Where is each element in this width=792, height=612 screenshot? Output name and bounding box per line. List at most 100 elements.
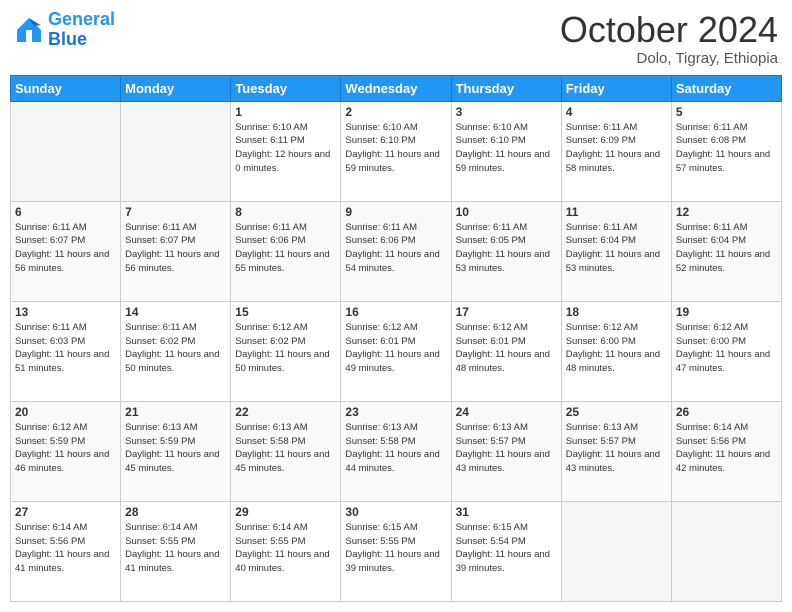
day-header-tuesday: Tuesday [231,75,341,101]
day-number: 9 [345,205,446,219]
month-title: October 2024 [560,10,778,50]
day-number: 31 [456,505,557,519]
day-header-monday: Monday [121,75,231,101]
day-number: 4 [566,105,667,119]
cell-info: Sunrise: 6:14 AMSunset: 5:55 PMDaylight:… [235,521,336,576]
day-number: 23 [345,405,446,419]
cell-info: Sunrise: 6:11 AMSunset: 6:06 PMDaylight:… [235,221,336,276]
cell-info: Sunrise: 6:11 AMSunset: 6:07 PMDaylight:… [15,221,116,276]
cell-info: Sunrise: 6:12 AMSunset: 6:01 PMDaylight:… [456,321,557,376]
day-number: 26 [676,405,777,419]
cell-info: Sunrise: 6:13 AMSunset: 5:57 PMDaylight:… [456,421,557,476]
calendar-cell: 22 Sunrise: 6:13 AMSunset: 5:58 PMDayligh… [231,401,341,501]
calendar-cell: 15Sunrise: 6:12 AMSunset: 6:02 PMDayligh… [231,301,341,401]
day-number: 27 [15,505,116,519]
cell-info: Sunrise: 6:11 AMSunset: 6:08 PMDaylight:… [676,121,777,176]
calendar-cell [121,101,231,201]
calendar-cell: 28 Sunrise: 6:14 AMSunset: 5:55 PMDayligh… [121,501,231,601]
calendar-cell: 30Sunrise: 6:15 AMSunset: 5:55 PMDayligh… [341,501,451,601]
calendar-cell: 13 Sunrise: 6:11 AMSunset: 6:03 PMDayligh… [11,301,121,401]
logo-text: General Blue [48,10,115,50]
day-header-thursday: Thursday [451,75,561,101]
location-subtitle: Dolo, Tigray, Ethiopia [560,50,778,67]
cell-info: Sunrise: 6:12 AMSunset: 6:00 PMDaylight:… [676,321,777,376]
day-number: 24 [456,405,557,419]
day-number: 5 [676,105,777,119]
day-number: 13 [15,305,116,319]
calendar-cell: 16Sunrise: 6:12 AMSunset: 6:01 PMDayligh… [341,301,451,401]
calendar-cell: 4Sunrise: 6:11 AMSunset: 6:09 PMDaylight… [561,101,671,201]
week-row-2: 6 Sunrise: 6:11 AMSunset: 6:07 PMDaylight… [11,201,782,301]
cell-info: Sunrise: 6:10 AMSunset: 6:10 PMDaylight:… [456,121,557,176]
calendar-cell: 10Sunrise: 6:11 AMSunset: 6:05 PMDayligh… [451,201,561,301]
calendar-cell: 21Sunrise: 6:13 AMSunset: 5:59 PMDayligh… [121,401,231,501]
day-header-sunday: Sunday [11,75,121,101]
title-area: October 2024 Dolo, Tigray, Ethiopia [560,10,778,67]
day-number: 19 [676,305,777,319]
cell-info: Sunrise: 6:11 AMSunset: 6:04 PMDaylight:… [676,221,777,276]
calendar-cell: 6 Sunrise: 6:11 AMSunset: 6:07 PMDaylight… [11,201,121,301]
day-number: 25 [566,405,667,419]
cell-info: Sunrise: 6:11 AMSunset: 6:04 PMDaylight:… [566,221,667,276]
day-header-wednesday: Wednesday [341,75,451,101]
calendar-cell: 24 Sunrise: 6:13 AMSunset: 5:57 PMDayligh… [451,401,561,501]
calendar-cell: 12 Sunrise: 6:11 AMSunset: 6:04 PMDayligh… [671,201,781,301]
calendar-cell: 9Sunrise: 6:11 AMSunset: 6:06 PMDaylight… [341,201,451,301]
cell-info: Sunrise: 6:14 AMSunset: 5:56 PMDaylight:… [15,521,116,576]
calendar-cell: 18 Sunrise: 6:12 AMSunset: 6:00 PMDayligh… [561,301,671,401]
calendar-cell: 23 Sunrise: 6:13 AMSunset: 5:58 PMDayligh… [341,401,451,501]
calendar-cell: 20Sunrise: 6:12 AMSunset: 5:59 PMDayligh… [11,401,121,501]
week-row-4: 20Sunrise: 6:12 AMSunset: 5:59 PMDayligh… [11,401,782,501]
day-header-saturday: Saturday [671,75,781,101]
day-number: 18 [566,305,667,319]
cell-info: Sunrise: 6:13 AMSunset: 5:58 PMDaylight:… [345,421,446,476]
cell-info: Sunrise: 6:13 AMSunset: 5:58 PMDaylight:… [235,421,336,476]
day-number: 10 [456,205,557,219]
calendar-cell: 29 Sunrise: 6:14 AMSunset: 5:55 PMDayligh… [231,501,341,601]
day-number: 3 [456,105,557,119]
day-number: 22 [235,405,336,419]
day-number: 7 [125,205,226,219]
logo-icon [14,15,44,45]
day-number: 21 [125,405,226,419]
day-number: 6 [15,205,116,219]
calendar-cell: 11 Sunrise: 6:11 AMSunset: 6:04 PMDayligh… [561,201,671,301]
calendar-cell: 25Sunrise: 6:13 AMSunset: 5:57 PMDayligh… [561,401,671,501]
day-number: 17 [456,305,557,319]
cell-info: Sunrise: 6:11 AMSunset: 6:07 PMDaylight:… [125,221,226,276]
cell-info: Sunrise: 6:12 AMSunset: 5:59 PMDaylight:… [15,421,116,476]
logo: General Blue [14,10,115,50]
calendar-header-row: SundayMondayTuesdayWednesdayThursdayFrid… [11,75,782,101]
calendar-cell [11,101,121,201]
day-number: 28 [125,505,226,519]
calendar-cell: 2Sunrise: 6:10 AMSunset: 6:10 PMDaylight… [341,101,451,201]
day-number: 1 [235,105,336,119]
calendar-cell: 1 Sunrise: 6:10 AMSunset: 6:11 PMDaylight… [231,101,341,201]
day-header-friday: Friday [561,75,671,101]
calendar-cell [671,501,781,601]
calendar-cell: 8 Sunrise: 6:11 AMSunset: 6:06 PMDaylight… [231,201,341,301]
cell-info: Sunrise: 6:11 AMSunset: 6:03 PMDaylight:… [15,321,116,376]
cell-info: Sunrise: 6:12 AMSunset: 6:00 PMDaylight:… [566,321,667,376]
calendar-cell: 5 Sunrise: 6:11 AMSunset: 6:08 PMDaylight… [671,101,781,201]
cell-info: Sunrise: 6:10 AMSunset: 6:10 PMDaylight:… [345,121,446,176]
page: General Blue October 2024 Dolo, Tigray, … [0,0,792,612]
day-number: 12 [676,205,777,219]
day-number: 15 [235,305,336,319]
calendar-cell: 31Sunrise: 6:15 AMSunset: 5:54 PMDayligh… [451,501,561,601]
day-number: 29 [235,505,336,519]
calendar-cell: 27 Sunrise: 6:14 AMSunset: 5:56 PMDayligh… [11,501,121,601]
calendar-cell [561,501,671,601]
week-row-5: 27 Sunrise: 6:14 AMSunset: 5:56 PMDayligh… [11,501,782,601]
calendar-table: SundayMondayTuesdayWednesdayThursdayFrid… [10,75,782,602]
calendar-cell: 17 Sunrise: 6:12 AMSunset: 6:01 PMDayligh… [451,301,561,401]
day-number: 8 [235,205,336,219]
calendar-cell: 14Sunrise: 6:11 AMSunset: 6:02 PMDayligh… [121,301,231,401]
week-row-3: 13 Sunrise: 6:11 AMSunset: 6:03 PMDayligh… [11,301,782,401]
day-number: 11 [566,205,667,219]
week-row-1: 1 Sunrise: 6:10 AMSunset: 6:11 PMDaylight… [11,101,782,201]
day-number: 16 [345,305,446,319]
calendar-cell: 26Sunrise: 6:14 AMSunset: 5:56 PMDayligh… [671,401,781,501]
cell-info: Sunrise: 6:10 AMSunset: 6:11 PMDaylight:… [235,121,336,176]
cell-info: Sunrise: 6:14 AMSunset: 5:55 PMDaylight:… [125,521,226,576]
